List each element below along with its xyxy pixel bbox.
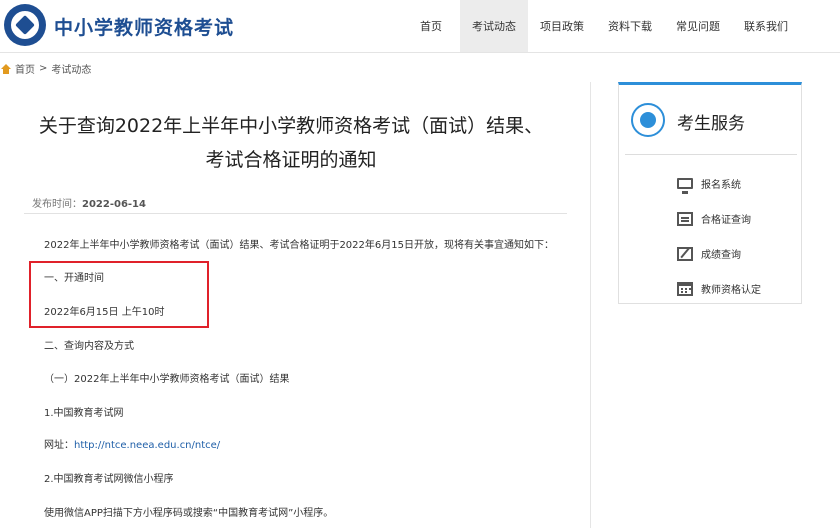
services-icon <box>631 103 665 137</box>
publish-label: 发布时间： <box>32 199 82 210</box>
monitor-icon <box>677 178 693 194</box>
nav-contact[interactable]: 联系我们 <box>732 0 800 52</box>
ntce-url-link[interactable]: http://ntce.neea.edu.cn/ntce/ <box>74 440 220 451</box>
candidate-services-panel: 考生服务 报名系统 合格证查询 成绩查询 教师资格认定 <box>618 82 802 304</box>
breadcrumb-separator: > <box>39 63 48 74</box>
service-registration[interactable]: 报名系统 <box>677 176 741 194</box>
publish-date: 2022-06-14 <box>82 199 146 210</box>
article-panel: 关于查询2022年上半年中小学教师资格考试（面试）结果、 考试合格证明的通知 发… <box>0 82 591 528</box>
service-score-query-label: 成绩查询 <box>701 250 741 261</box>
service-score-query[interactable]: 成绩查询 <box>677 246 741 261</box>
main-nav: 首页 考试动态 项目政策 资料下载 常见问题 联系我们 <box>402 0 800 52</box>
nav-exam-news[interactable]: 考试动态 <box>460 0 528 52</box>
article-title-line2: 考试合格证明的通知 <box>205 149 377 171</box>
service-certificate-query-label: 合格证查询 <box>701 215 751 226</box>
service-certificate-query[interactable]: 合格证查询 <box>677 211 751 226</box>
para-url: 网址：http://ntce.neea.edu.cn/ntce/ <box>44 436 220 451</box>
highlight-box <box>29 261 209 328</box>
breadcrumb-home[interactable]: 首页 <box>15 61 35 76</box>
para-s2-item2-desc: 使用微信APP扫描下方小程序码或搜索“中国教育考试网”小程序。 <box>44 508 334 519</box>
para-s2-title: 二、查询内容及方式 <box>44 341 134 352</box>
header-divider <box>0 52 840 53</box>
breadcrumb: 首页 > 考试动态 <box>0 61 91 76</box>
service-registration-label: 报名系统 <box>701 180 741 191</box>
para-intro: 2022年上半年中小学教师资格考试（面试）结果、考试合格证明于2022年6月15… <box>44 240 554 251</box>
site-title[interactable]: 中小学教师资格考试 <box>54 13 234 40</box>
breadcrumb-current[interactable]: 考试动态 <box>51 61 91 76</box>
site-header: 中小学教师资格考试 首页 考试动态 项目政策 资料下载 常见问题 联系我们 <box>0 0 840 52</box>
para-s2-item2: 2.中国教育考试网微信小程序 <box>44 474 174 485</box>
edit-icon <box>677 246 693 261</box>
site-logo[interactable] <box>4 4 46 46</box>
nav-faq[interactable]: 常见问题 <box>664 0 732 52</box>
url-label: 网址： <box>44 440 74 451</box>
home-icon <box>0 63 12 74</box>
meta-divider <box>24 213 567 214</box>
service-qualification-certification-label: 教师资格认定 <box>701 285 761 296</box>
services-title: 考生服务 <box>677 114 745 134</box>
nav-policy[interactable]: 项目政策 <box>528 0 596 52</box>
nav-home[interactable]: 首页 <box>402 0 460 52</box>
article-title: 关于查询2022年上半年中小学教师资格考试（面试）结果、 考试合格证明的通知 <box>26 109 556 177</box>
card-icon <box>677 211 693 226</box>
service-qualification-certification[interactable]: 教师资格认定 <box>677 281 761 296</box>
nav-downloads[interactable]: 资料下载 <box>596 0 664 52</box>
para-s2-item1: 1.中国教育考试网 <box>44 408 124 419</box>
publish-info: 发布时间：2022-06-14 <box>32 195 146 210</box>
calendar-icon <box>677 281 693 296</box>
article-title-line1: 关于查询2022年上半年中小学教师资格考试（面试）结果、 <box>38 115 544 137</box>
services-divider <box>625 154 797 155</box>
para-s2-sub1: （一）2022年上半年中小学教师资格考试（面试）结果 <box>44 374 290 385</box>
